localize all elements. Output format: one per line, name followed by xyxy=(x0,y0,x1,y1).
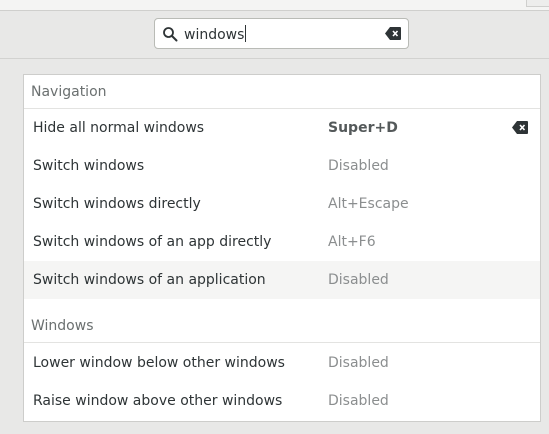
shortcut-list: Navigation Hide all normal windows Super… xyxy=(23,74,541,422)
search-icon xyxy=(163,27,178,42)
shortcut-name: Switch windows xyxy=(33,158,145,174)
shortcut-name: Switch windows of an application xyxy=(33,272,266,288)
shortcut-row-switch-windows-directly[interactable]: Switch windows directly Alt+Escape xyxy=(24,185,540,223)
section-spacer xyxy=(24,299,540,309)
shortcut-row-switch-windows-of-app-directly[interactable]: Switch windows of an app directly Alt+F6 xyxy=(24,223,540,261)
shortcut-name: Hide all normal windows xyxy=(33,120,205,136)
section-title: Windows xyxy=(31,318,94,334)
section-header-windows: Windows xyxy=(24,309,540,343)
shortcut-row-raise-window[interactable]: Raise window above other windows Disable… xyxy=(24,382,540,420)
shortcut-accelerator: Alt+Escape xyxy=(328,196,409,212)
shortcut-name: Switch windows directly xyxy=(33,196,201,212)
section-title: Navigation xyxy=(31,84,107,100)
search-input[interactable]: windows xyxy=(154,18,409,49)
search-bar: windows xyxy=(0,11,549,59)
reset-shortcut-icon[interactable] xyxy=(512,121,528,134)
text-cursor xyxy=(245,25,247,42)
window-corner xyxy=(526,0,549,7)
shortcut-row-lower-window[interactable]: Lower window below other windows Disable… xyxy=(24,344,540,382)
shortcut-accelerator: Disabled xyxy=(328,272,389,288)
shortcut-accelerator: Disabled xyxy=(328,393,389,409)
shortcut-name: Lower window below other windows xyxy=(33,355,285,371)
search-query-text[interactable]: windows xyxy=(184,25,247,44)
shortcut-accelerator: Alt+F6 xyxy=(328,234,376,250)
window-top-edge xyxy=(0,0,549,11)
shortcut-row-switch-windows[interactable]: Switch windows Disabled xyxy=(24,147,540,185)
shortcut-accelerator: Super+D xyxy=(328,120,398,136)
shortcut-name: Switch windows of an app directly xyxy=(33,234,272,250)
shortcut-accelerator: Disabled xyxy=(328,158,389,174)
shortcuts-content: Navigation Hide all normal windows Super… xyxy=(0,59,549,434)
shortcut-row-switch-windows-of-application[interactable]: Switch windows of an application Disable… xyxy=(24,261,540,299)
clear-icon[interactable] xyxy=(385,27,401,40)
shortcut-accelerator: Disabled xyxy=(328,355,389,371)
section-header-navigation: Navigation xyxy=(24,75,540,109)
shortcut-name: Raise window above other windows xyxy=(33,393,283,409)
shortcut-row-hide-all-normal-windows[interactable]: Hide all normal windows Super+D xyxy=(24,109,540,147)
